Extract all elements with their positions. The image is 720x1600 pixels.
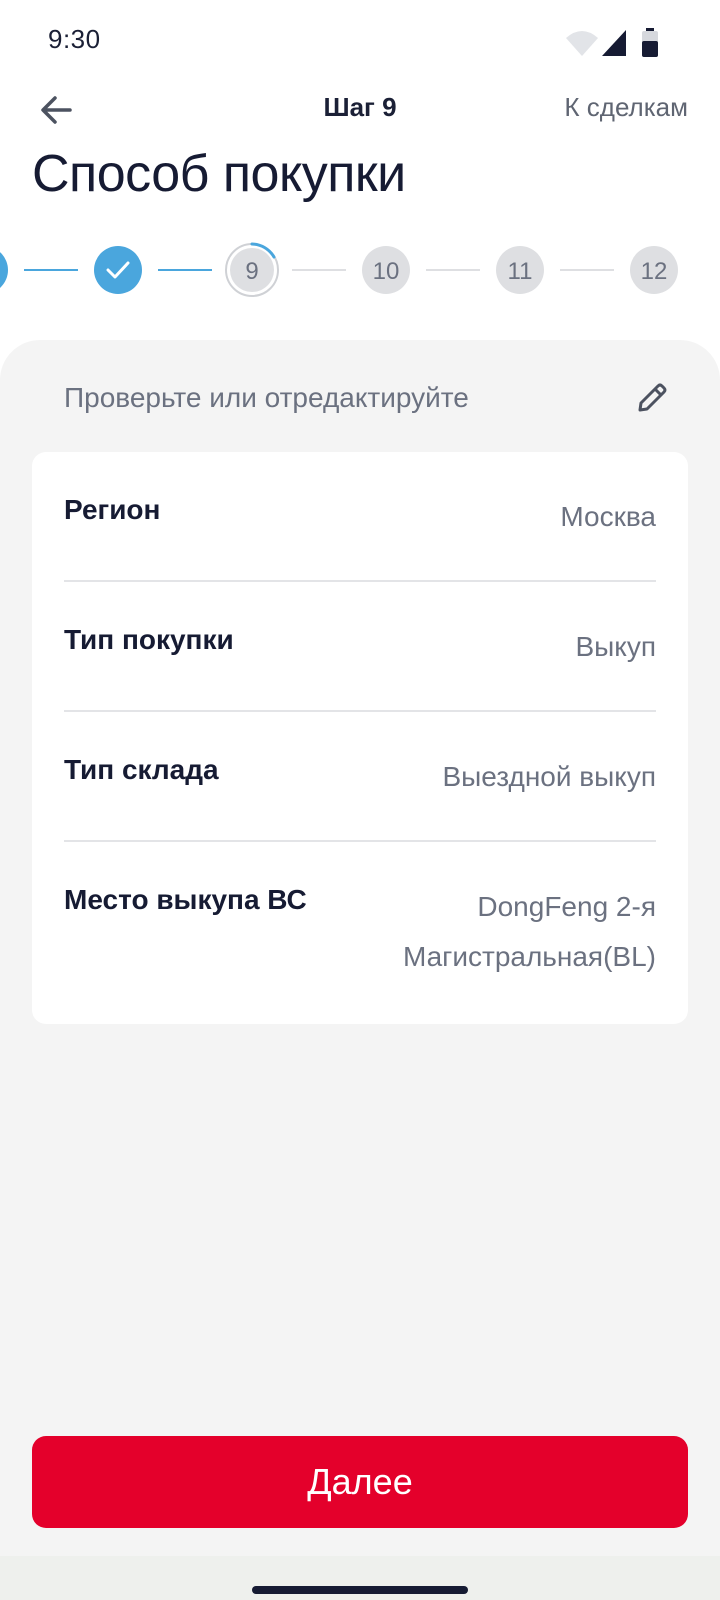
stepper-step-label: 12 <box>641 258 668 285</box>
review-hint: Проверьте или отредактируйте <box>64 382 469 413</box>
edit-button[interactable] <box>628 374 676 422</box>
row-value: Выездной выкуп <box>442 761 657 792</box>
next-button[interactable]: Далее <box>32 1436 688 1528</box>
stepper-step-done <box>94 246 142 294</box>
details-row-region: Регион Москва <box>64 452 656 582</box>
row-label: Тип покупки <box>64 624 234 655</box>
progress-stepper: 9 10 11 12 <box>0 242 678 297</box>
details-row-purchase-location: Место выкупа ВС DongFeng 2-я Магистральн… <box>64 842 656 1024</box>
stepper-step-done <box>0 252 8 288</box>
status-icons <box>566 28 658 57</box>
battery-icon <box>642 28 658 57</box>
page-title: Способ покупки <box>32 145 406 203</box>
status-time: 9:30 <box>48 24 101 54</box>
stepper-step-label: 11 <box>508 258 533 285</box>
row-value: Москва <box>560 501 656 532</box>
to-deals-link[interactable]: К сделкам <box>564 92 688 123</box>
home-indicator[interactable] <box>252 1586 468 1594</box>
row-value: Выкуп <box>575 631 656 662</box>
details-row-warehouse-type: Тип склада Выездной выкуп <box>64 712 656 842</box>
cellular-signal-icon <box>602 30 626 56</box>
stepper-step-label: 10 <box>373 258 400 285</box>
status-bar: 9:30 <box>0 0 720 80</box>
stepper-step-current: 9 <box>225 242 279 297</box>
details-list: Регион Москва Тип покупки Выкуп Тип скла… <box>32 452 688 1024</box>
stepper-step-pending: 11 <box>496 246 544 294</box>
wifi-icon <box>566 31 598 56</box>
row-value: DongFeng 2-я Магистральная(BL) <box>402 891 656 972</box>
details-row-purchase-type: Тип покупки Выкуп <box>64 582 656 712</box>
stepper-step-pending: 12 <box>630 246 678 294</box>
row-label: Место выкупа ВС <box>64 884 307 915</box>
pencil-icon <box>638 383 667 412</box>
stepper-step-label: 9 <box>245 258 258 285</box>
row-label: Тип склада <box>64 754 219 785</box>
row-label: Регион <box>64 494 161 525</box>
stepper-step-pending: 10 <box>362 246 410 294</box>
